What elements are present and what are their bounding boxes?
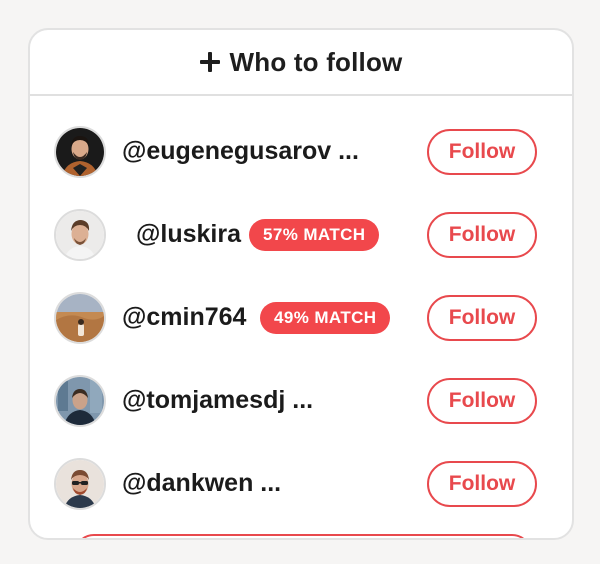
- card-header: Who to follow: [30, 30, 572, 96]
- username[interactable]: @eugenegusarov ...: [122, 137, 359, 166]
- username[interactable]: @cmin764: [122, 303, 246, 332]
- username[interactable]: @tomjamesdj ...: [122, 386, 313, 415]
- avatar[interactable]: [54, 458, 106, 510]
- follow-button[interactable]: Follow: [427, 295, 537, 341]
- suggestion-row: @luskira 57% MATCH Follow: [30, 205, 572, 265]
- show-more-button[interactable]: [74, 534, 532, 538]
- suggestion-row: @dankwen ... Follow: [30, 454, 572, 514]
- card-title: Who to follow: [229, 46, 403, 77]
- follow-button[interactable]: Follow: [427, 378, 537, 424]
- follow-button[interactable]: Follow: [427, 212, 537, 258]
- match-badge: 49% MATCH: [260, 302, 391, 334]
- avatar[interactable]: [54, 375, 106, 427]
- follow-button[interactable]: Follow: [427, 461, 537, 507]
- username[interactable]: @dankwen ...: [122, 469, 281, 498]
- plus-icon: [199, 52, 220, 72]
- who-to-follow-card: Who to follow @eugenegusarov ... Follow: [28, 28, 574, 540]
- avatar[interactable]: [54, 292, 106, 344]
- suggestion-row: @cmin764 49% MATCH Follow: [30, 288, 572, 348]
- match-badge: 57% MATCH: [249, 219, 380, 251]
- username[interactable]: @luskira: [136, 220, 241, 249]
- avatar[interactable]: [54, 209, 106, 261]
- suggestion-row: @eugenegusarov ... Follow: [30, 122, 572, 182]
- suggestion-row: @tomjamesdj ... Follow: [30, 371, 572, 431]
- avatar[interactable]: [54, 126, 106, 178]
- follow-button[interactable]: Follow: [427, 129, 537, 175]
